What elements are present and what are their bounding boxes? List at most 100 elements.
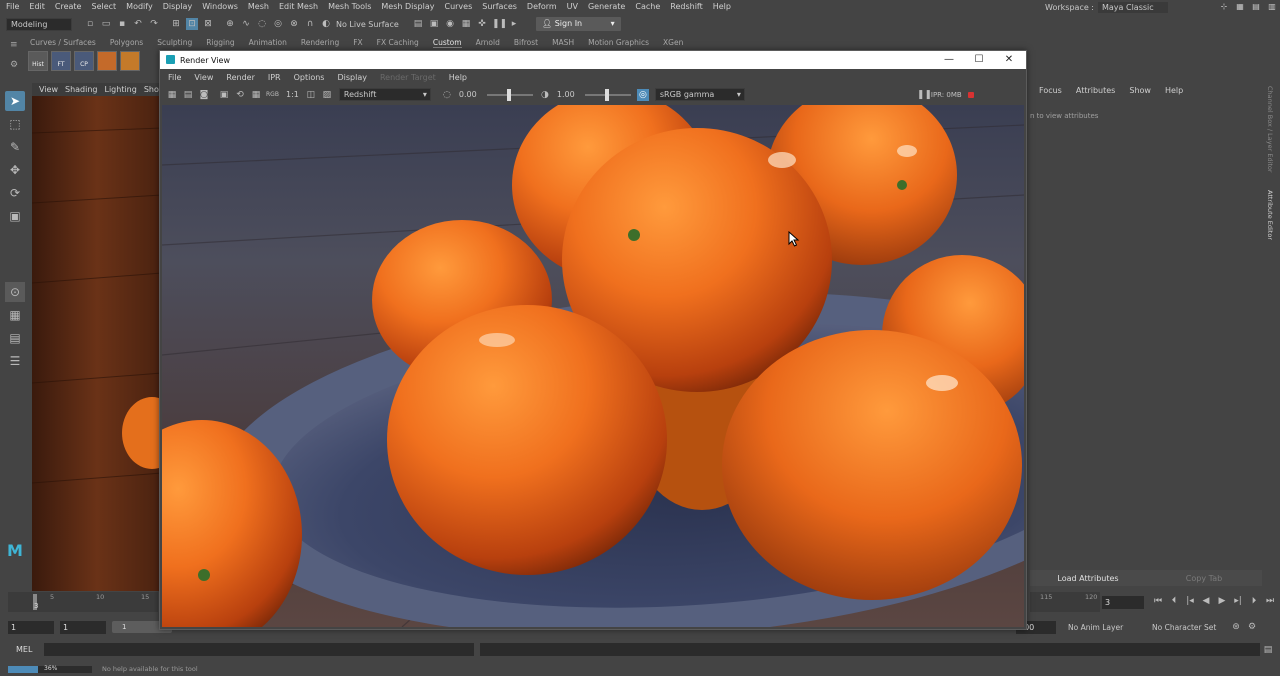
tab-animation[interactable]: Animation [249,38,287,47]
go-to-end-icon[interactable]: ⏭︎ [1264,595,1276,607]
move-tool-icon[interactable]: ✥ [5,160,25,180]
ipr-render-icon[interactable]: ◉ [444,18,456,30]
rv-menu-render[interactable]: Render [226,73,254,82]
stop-ipr-icon[interactable] [967,91,974,98]
menu-select[interactable]: Select [91,2,116,11]
tab-fx[interactable]: FX [353,38,362,47]
exposure-value[interactable]: 0.00 [459,90,481,99]
live-surface-icon[interactable]: ◐ [320,18,332,30]
tab-xgen[interactable]: XGen [663,38,683,47]
tab-motion-graphics[interactable]: Motion Graphics [588,38,649,47]
time-ruler-end[interactable]: 115 120 [1030,592,1100,612]
scale-tool-icon[interactable]: ▣ [5,206,25,226]
step-back-frame-icon[interactable]: |◂ [1184,595,1196,607]
tab-rigging[interactable]: Rigging [206,38,234,47]
shelf-settings-icon[interactable]: ⚙︎ [10,60,18,70]
start-time-field[interactable]: 1 [8,620,54,634]
command-language-label[interactable]: MEL [16,645,38,654]
play-forward-icon[interactable]: ▶︎ [1216,595,1228,607]
menu-surfaces[interactable]: Surfaces [482,2,517,11]
lasso-tool-icon[interactable]: ⬚ [5,114,25,134]
current-frame-field[interactable]: 3 [1102,596,1144,609]
menu-create[interactable]: Create [55,2,82,11]
script-editor-icon[interactable]: ▤ [1262,644,1274,656]
ratio-label[interactable]: 1:1 [286,90,299,99]
rv-menu-view[interactable]: View [194,73,213,82]
step-forward-frame-icon[interactable]: ▸| [1232,595,1244,607]
rv-menu-ipr[interactable]: IPR [268,73,281,82]
anim-layer-dropdown[interactable]: No Anim Layer [1068,623,1142,632]
color-management-icon[interactable]: ◎ [636,88,649,101]
mode-dropdown[interactable]: Modeling [6,17,72,31]
construction-history-icon[interactable]: ▤ [412,18,424,30]
snap-point-icon[interactable]: ◌ [256,18,268,30]
snap-grid-icon[interactable]: ⊕ [224,18,236,30]
display-rgb-icon[interactable]: ▣ [218,89,230,101]
menu-redshift[interactable]: Redshift [670,2,702,11]
tab-bifrost[interactable]: Bifrost [514,38,538,47]
sign-in-button[interactable]: 👤︎ Sign In ▾ [536,17,621,31]
tab-fx-caching[interactable]: FX Caching [377,38,419,47]
redshift-toggle-icon[interactable]: ▸ [508,18,520,30]
rendered-image[interactable] [162,105,1024,627]
rv-menu-display[interactable]: Display [337,73,367,82]
menu-windows[interactable]: Windows [202,2,238,11]
menu-file[interactable]: File [6,2,19,11]
auto-key-icon[interactable]: ⊛ [1230,621,1242,633]
gamma-value[interactable]: 1.00 [557,90,579,99]
gamma-slider[interactable] [584,88,631,101]
ipr-pause-icon[interactable]: ❚❚ [917,89,932,101]
character-set-dropdown[interactable]: No Character Set [1152,623,1228,632]
snap-view-icon[interactable]: ◎ [272,18,284,30]
live-surface-label[interactable]: No Live Surface [336,20,406,29]
shelf-hist-button[interactable]: Hist [28,51,48,71]
step-back-key-icon[interactable]: ⏴︎ [1168,595,1180,607]
workspace-icon-2[interactable]: ▦ [1234,1,1246,13]
menu-generate[interactable]: Generate [588,2,625,11]
workspace-dropdown[interactable]: Maya Classic [1098,1,1168,13]
exposure-slider[interactable] [486,88,533,101]
rv-menu-help[interactable]: Help [449,73,467,82]
renderer-dropdown[interactable]: Redshift ▾ [338,88,431,101]
layout-single-icon[interactable]: ▦ [5,305,25,325]
playback-start-field[interactable]: 1 [60,620,106,634]
workspace-icon-1[interactable]: ⊹ [1218,1,1230,13]
select-hierarchy-icon[interactable]: ⊞ [170,18,182,30]
render-settings-icon[interactable]: ▦ [460,18,472,30]
step-forward-key-icon[interactable]: ⏵︎ [1248,595,1260,607]
rgb-channel-icon[interactable]: RGB [266,89,279,101]
render-frame-icon[interactable]: ▣ [428,18,440,30]
save-scene-icon[interactable]: ▪ [116,18,128,30]
gamma-icon[interactable]: ◑ [539,89,551,101]
menu-mesh-display[interactable]: Mesh Display [381,2,434,11]
viewport-panel[interactable] [32,83,162,591]
image-icon[interactable]: ▨ [321,89,333,101]
layout-four-icon[interactable]: ▤ [5,328,25,348]
copy-tab-button[interactable]: Copy Tab [1146,574,1262,583]
tab-rendering[interactable]: Rendering [301,38,339,47]
render-view-window[interactable]: Render View — ☐ ✕ File View Render IPR O… [159,50,1027,630]
menu-display[interactable]: Display [163,2,193,11]
menu-deform[interactable]: Deform [527,2,557,11]
preferences-icon[interactable]: ⚙︎ [1246,621,1258,633]
load-attributes-button[interactable]: Load Attributes [1030,574,1146,583]
open-scene-icon[interactable]: ▭ [100,18,112,30]
attr-menu-show[interactable]: Show [1129,86,1151,95]
snapshot-icon[interactable]: ◙ [198,89,210,101]
select-component-icon[interactable]: ⊠ [202,18,214,30]
menu-modify[interactable]: Modify [126,2,153,11]
close-icon[interactable]: ✕ [994,51,1024,69]
shelf-blocks-icon[interactable] [120,51,140,71]
paint-select-icon[interactable]: ✎ [5,137,25,157]
menu-uv[interactable]: UV [567,2,578,11]
snap-surface-icon[interactable]: ⊗ [288,18,300,30]
viewport-menu-shading[interactable]: Shading [65,85,98,94]
redshift-pause-icon[interactable]: ❚❚ [492,18,507,30]
last-tool-icon[interactable]: ⊙ [5,282,25,302]
hypershade-icon[interactable]: ✜ [476,18,488,30]
select-object-icon[interactable]: ⊡ [186,18,198,30]
shelf-cube-icon[interactable] [97,51,117,71]
render-region-icon[interactable]: ▤ [182,89,194,101]
channel-box-tab[interactable]: Channel Box / Layer Editor [1266,86,1274,176]
undo-icon[interactable]: ↶ [132,18,144,30]
